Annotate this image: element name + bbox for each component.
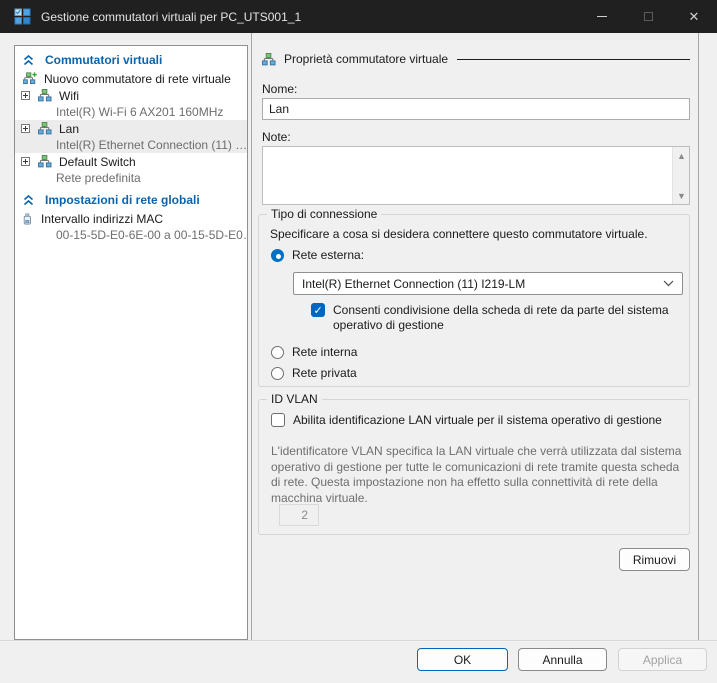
connection-description: Specificare a cosa si desidera connetter…: [270, 227, 648, 241]
sidebar-item-new-switch[interactable]: Nuovo commutatore di rete virtuale: [15, 70, 247, 87]
sidebar-item-label: Wifi: [59, 89, 79, 103]
external-network-label: Rete esterna:: [292, 248, 364, 262]
expand-icon[interactable]: [21, 124, 30, 133]
name-input[interactable]: [262, 98, 690, 120]
collapse-chevrons-icon: [23, 55, 34, 66]
connection-type-group: Tipo di connessione Specificare a cosa s…: [258, 214, 690, 387]
network-adapter-value: Intel(R) Ethernet Connection (11) I219-L…: [302, 277, 663, 291]
checkbox-icon[interactable]: [311, 303, 325, 317]
properties-section-title: Proprietà commutatore virtuale: [284, 52, 448, 66]
properties-section-header: Proprietà commutatore virtuale: [262, 52, 690, 66]
enable-vlan-checkbox-row[interactable]: Abilita identificazione LAN virtuale per…: [271, 413, 681, 428]
remove-button[interactable]: Rimuovi: [619, 548, 690, 571]
new-switch-icon: [23, 72, 37, 85]
section-header-label: Commutatori virtuali: [45, 53, 162, 67]
network-adapter-icon: [23, 212, 34, 226]
ok-button[interactable]: OK: [417, 648, 508, 671]
sidebar-item-sublabel: Rete predefinita: [15, 170, 247, 186]
notes-scrollbar[interactable]: ▲ ▼: [672, 147, 689, 204]
sidebar-item-sublabel: Intel(R) Wi-Fi 6 AX201 160MHz: [15, 104, 247, 120]
vlan-description: L'identificatore VLAN specifica la LAN v…: [271, 444, 685, 506]
maximize-button: [625, 0, 671, 33]
pane-divider: [251, 33, 252, 640]
sidebar-item-wifi[interactable]: Wifi: [15, 87, 247, 104]
close-button[interactable]: ✕: [671, 0, 717, 33]
sidebar-item-label: Default Switch: [59, 155, 136, 169]
sidebar-item-mac-range[interactable]: Intervallo indirizzi MAC: [15, 210, 247, 227]
expand-icon[interactable]: [21, 157, 30, 166]
switch-icon: [38, 89, 52, 102]
switch-icon: [262, 53, 276, 66]
internal-network-label: Rete interna: [292, 345, 357, 359]
vlan-group-title: ID VLAN: [267, 392, 322, 406]
scroll-up-icon[interactable]: ▲: [673, 148, 690, 163]
external-network-radio[interactable]: Rete esterna:: [271, 248, 364, 262]
switch-icon: [38, 122, 52, 135]
checkbox-icon[interactable]: [271, 413, 285, 427]
section-rule: [457, 59, 690, 60]
vlan-id-group: ID VLAN Abilita identificazione LAN virt…: [258, 399, 690, 535]
sidebar-item-default-switch[interactable]: Default Switch: [15, 153, 247, 170]
private-network-label: Rete privata: [292, 366, 357, 380]
name-label: Nome:: [262, 82, 297, 96]
section-header-virtual-switches[interactable]: Commutatori virtuali: [15, 49, 247, 70]
sidebar-item-lan[interactable]: Lan Intel(R) Ethernet Connection (11) …: [15, 120, 247, 153]
share-adapter-label: Consenti condivisione della scheda di re…: [333, 303, 683, 333]
notes-label: Note:: [262, 130, 291, 144]
vlan-id-input: 2: [279, 504, 319, 526]
chevron-down-icon: [663, 280, 674, 287]
sidebar-item-label: Lan: [59, 122, 79, 136]
collapse-chevrons-icon: [23, 195, 34, 206]
radio-icon[interactable]: [271, 346, 284, 359]
internal-network-radio[interactable]: Rete interna: [271, 345, 357, 359]
apply-button: Applica: [618, 648, 707, 671]
sidebar-item-sublabel: 00-15-5D-E0-6E-00 a 00-15-5D-E0…: [15, 227, 247, 243]
radio-icon[interactable]: [271, 367, 284, 380]
private-network-radio[interactable]: Rete privata: [271, 366, 357, 380]
enable-vlan-label: Abilita identificazione LAN virtuale per…: [293, 413, 662, 428]
network-adapter-dropdown[interactable]: Intel(R) Ethernet Connection (11) I219-L…: [293, 272, 683, 295]
share-adapter-checkbox-row[interactable]: Consenti condivisione della scheda di re…: [311, 303, 683, 333]
virtual-switch-manager-window: Gestione commutatori virtuali per PC_UTS…: [0, 0, 717, 683]
scroll-down-icon[interactable]: ▼: [673, 188, 690, 203]
sidebar-item-label: Nuovo commutatore di rete virtuale: [44, 72, 231, 86]
connection-group-title: Tipo di connessione: [267, 207, 381, 221]
minimize-button[interactable]: [579, 0, 625, 33]
switch-list: Commutatori virtuali Nuovo commutatore d…: [14, 45, 248, 640]
section-header-global-settings[interactable]: Impostazioni di rete globali: [15, 189, 247, 210]
sidebar-item-label: Intervallo indirizzi MAC: [41, 212, 163, 226]
close-icon: ✕: [689, 10, 700, 23]
section-header-label: Impostazioni di rete globali: [45, 193, 200, 207]
sidebar-item-sublabel: Intel(R) Ethernet Connection (11) …: [15, 137, 247, 153]
maximize-icon: [644, 12, 653, 21]
radio-icon[interactable]: [271, 249, 284, 262]
footer-divider: [0, 640, 717, 641]
notes-textarea[interactable]: ▲ ▼: [262, 146, 690, 205]
switch-icon: [38, 155, 52, 168]
pane-right-edge: [698, 33, 699, 640]
minimize-icon: [597, 16, 607, 17]
window-title: Gestione commutatori virtuali per PC_UTS…: [41, 10, 301, 24]
cancel-button[interactable]: Annulla: [518, 648, 607, 671]
virtual-switch-manager-icon: [14, 8, 31, 25]
expand-icon[interactable]: [21, 91, 30, 100]
titlebar: Gestione commutatori virtuali per PC_UTS…: [0, 0, 717, 33]
